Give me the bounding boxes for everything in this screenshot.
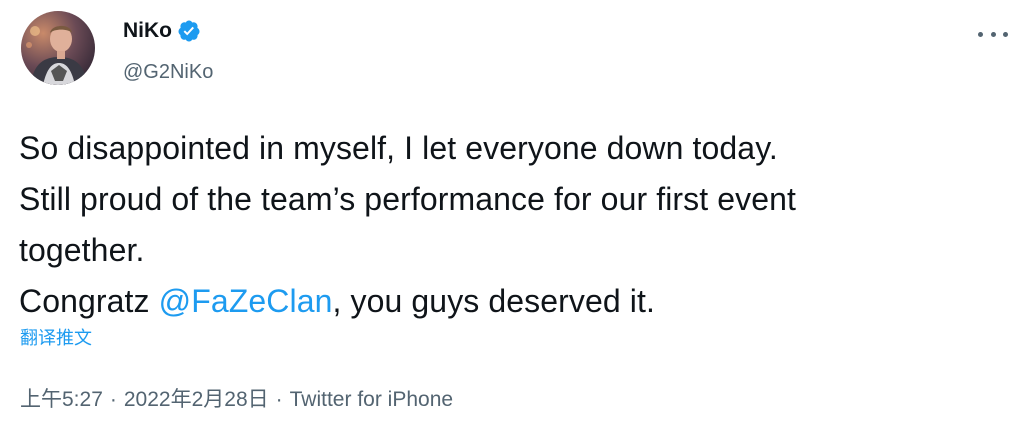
tweet-card: NiKo @G2NiKo So disappointed in myself, … [0,0,1024,422]
tweet-text-fragment: Congratz [19,283,159,319]
separator: · [109,388,117,411]
name-row: NiKo [123,17,213,45]
tweet-meta: 上午5:27 · 2022年2月28日 · Twitter for iPhone [20,386,453,414]
tweet-text: So disappointed in myself, I let everyon… [19,123,1019,327]
verified-badge-icon [177,19,201,43]
tweet-source[interactable]: Twitter for iPhone [290,388,453,411]
dot [990,31,996,37]
dot [978,31,983,37]
tweet-date[interactable]: 2022年2月28日 [124,388,269,411]
tweet-line: Congratz @FaZeClan, you guys deserved it… [19,276,1019,327]
handle[interactable]: @G2NiKo [123,60,213,84]
author-header: NiKo @G2NiKo [123,17,213,84]
tweet-line: together. [19,232,145,268]
display-name[interactable]: NiKo [123,17,172,45]
avatar[interactable] [21,11,95,85]
avatar-photo-icon [21,11,95,85]
mention-link[interactable]: @FaZeClan [159,283,333,319]
translate-tweet-link[interactable]: 翻译推文 [20,327,92,351]
dot [1003,31,1008,37]
more-options-icon[interactable] [978,24,1008,44]
separator: · [275,388,283,411]
tweet-line: Still proud of the team’s performance fo… [19,181,797,217]
tweet-line: So disappointed in myself, I let everyon… [19,130,778,166]
tweet-time[interactable]: 上午5:27 [20,388,103,411]
tweet-text-fragment: , you guys deserved it. [332,283,656,319]
